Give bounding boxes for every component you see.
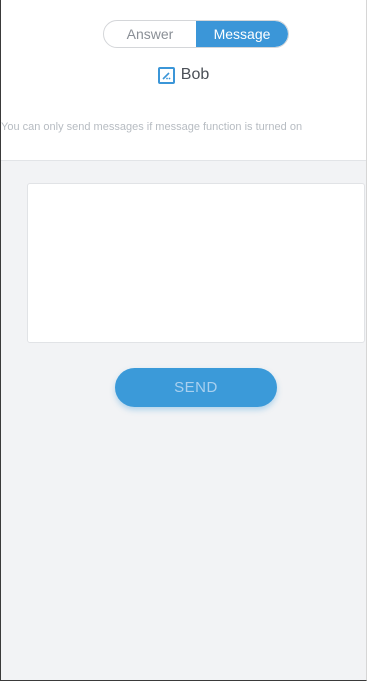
- send-button[interactable]: SEND: [115, 368, 277, 407]
- contact-name: Bob: [180, 66, 210, 83]
- app-frame: Answer Message Bob You can only send mes…: [0, 0, 367, 681]
- edit-icon[interactable]: [157, 66, 175, 84]
- tab-answer[interactable]: Answer: [104, 21, 196, 47]
- mode-toggle: Answer Message: [103, 20, 289, 48]
- message-notice: You can only send messages if message fu…: [1, 121, 303, 133]
- contact-row: Bob: [1, 66, 366, 84]
- message-input[interactable]: [27, 183, 365, 343]
- tab-message[interactable]: Message: [196, 21, 288, 47]
- header-panel: Answer Message Bob You can only send mes…: [1, 0, 366, 161]
